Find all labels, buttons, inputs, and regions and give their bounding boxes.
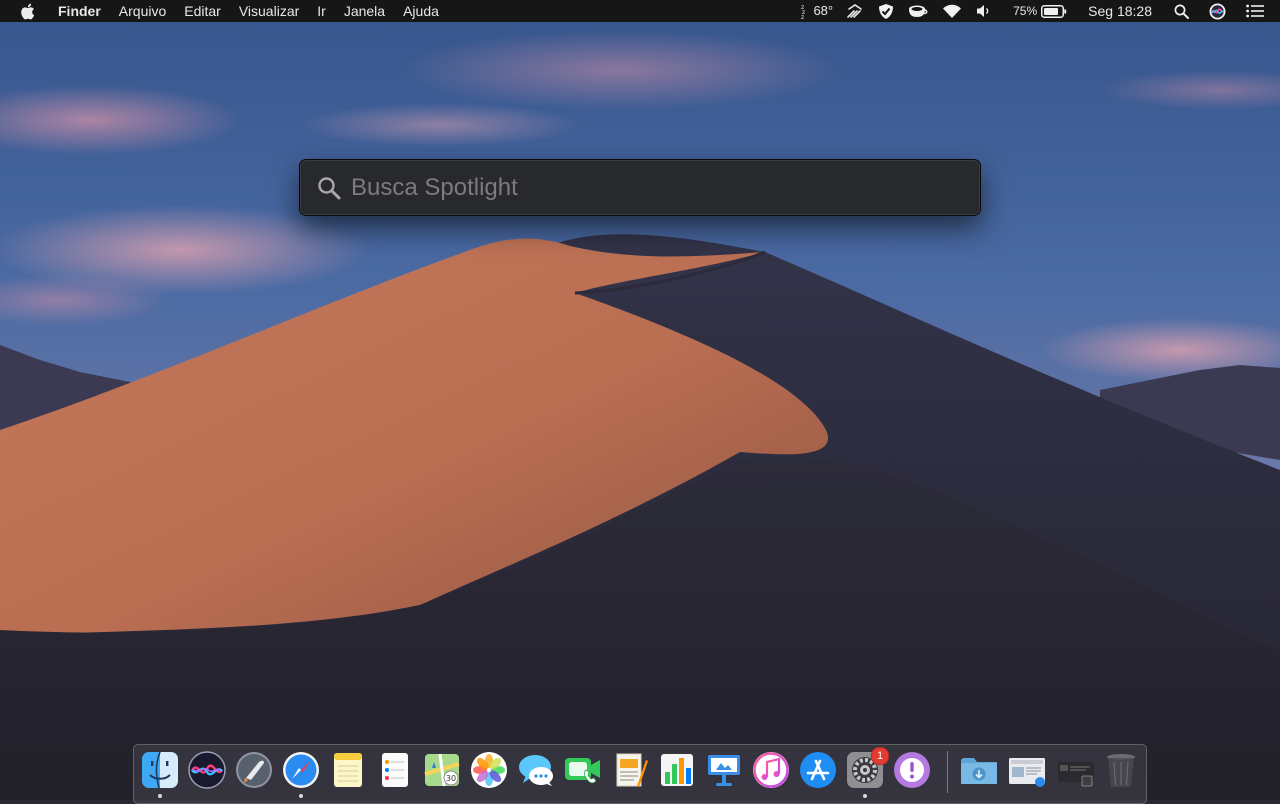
- dock-app-safari[interactable]: [281, 750, 321, 798]
- menu-arquivo[interactable]: Arquivo: [110, 0, 175, 22]
- dock-app-facetime[interactable]: [563, 750, 603, 790]
- weather-temp: 68°: [813, 3, 834, 18]
- finder-icon: [142, 751, 178, 789]
- desktop-wallpaper: [0, 0, 1280, 800]
- dock-app-notes[interactable]: [328, 750, 368, 790]
- itunes-icon: [753, 752, 789, 788]
- maps-icon: 30: [424, 753, 460, 787]
- menu-ajuda[interactable]: Ajuda: [394, 0, 448, 22]
- notes-icon: [334, 753, 362, 787]
- dock-app-itunes[interactable]: [751, 750, 791, 790]
- dock-app-messages[interactable]: [516, 750, 556, 790]
- spotlight-panel: [299, 159, 981, 216]
- dock-divider: [947, 751, 948, 793]
- search-icon: [318, 176, 341, 199]
- dock-app-photos[interactable]: [469, 750, 509, 790]
- safari-icon: [283, 752, 319, 788]
- dock-app-reminders[interactable]: [375, 750, 415, 790]
- battery-widget[interactable]: 75%: [999, 0, 1074, 22]
- menu-clock[interactable]: Seg 18:28: [1074, 0, 1164, 22]
- facetime-icon: [565, 758, 600, 784]
- dock-trash[interactable]: [1101, 750, 1141, 790]
- shield-icon[interactable]: [871, 0, 901, 22]
- dock-app-numbers[interactable]: [657, 750, 697, 790]
- screenshot-stack-icon: [1058, 762, 1094, 787]
- dock-screenshot-stack[interactable]: [1054, 750, 1098, 790]
- svg-text:z: z: [801, 14, 804, 19]
- dock-app-finder[interactable]: [140, 750, 180, 798]
- document-stack-icon: [1009, 758, 1045, 787]
- running-indicator: [299, 794, 303, 798]
- battery-percent: 75%: [1013, 4, 1038, 18]
- dock-document-stack[interactable]: [1005, 750, 1049, 790]
- bluetooth-signal-icon[interactable]: [839, 0, 871, 22]
- running-indicator: [158, 794, 162, 798]
- dock-app-feedback-assistant[interactable]: [892, 750, 932, 790]
- spotlight-search-input[interactable]: [351, 167, 964, 208]
- menu-bar-status: zzz 68° 75% Seg 18:28: [794, 0, 1280, 22]
- wifi-icon[interactable]: [935, 0, 969, 22]
- coffee-cup-icon[interactable]: [901, 0, 935, 22]
- messages-icon: [519, 755, 553, 786]
- zzz-weather-icon: zzz: [801, 4, 805, 19]
- menu-bar: Finder Arquivo Editar Visualizar Ir Jane…: [0, 0, 1280, 22]
- menu-bar-left: Finder Arquivo Editar Visualizar Ir Jane…: [0, 0, 448, 22]
- dock-app-keynote[interactable]: [704, 750, 744, 790]
- menu-ir[interactable]: Ir: [308, 0, 335, 22]
- search-icon[interactable]: [1164, 0, 1199, 22]
- svg-text:30: 30: [446, 774, 456, 783]
- dock-app-siri[interactable]: [187, 750, 227, 790]
- app-store-icon: [800, 752, 836, 788]
- running-indicator: [863, 794, 867, 798]
- siri-icon[interactable]: [1199, 0, 1236, 22]
- menu-visualizar[interactable]: Visualizar: [230, 0, 308, 22]
- dock-app-app-store[interactable]: [798, 750, 838, 790]
- dock-app-pages[interactable]: [610, 750, 650, 790]
- reminders-icon: [382, 753, 408, 787]
- battery-icon: [1041, 4, 1067, 18]
- volume-icon[interactable]: [969, 0, 999, 22]
- notification-center-icon[interactable]: [1236, 0, 1264, 22]
- launchpad-icon: [236, 752, 272, 788]
- dock-app-system-preferences[interactable]: 1: [845, 747, 889, 798]
- menu-editar[interactable]: Editar: [175, 0, 230, 22]
- photos-icon: [471, 752, 507, 788]
- dock: 30 1: [133, 744, 1147, 804]
- weather-widget[interactable]: zzz 68°: [794, 0, 839, 22]
- downloads-folder-icon: [961, 758, 997, 784]
- dock-app-maps[interactable]: 30: [422, 750, 462, 790]
- trash-icon: [1107, 754, 1135, 787]
- apple-icon[interactable]: [20, 0, 49, 22]
- feedback-icon: [894, 752, 930, 788]
- menu-app-name[interactable]: Finder: [49, 0, 110, 22]
- dock-app-launchpad[interactable]: [234, 750, 274, 790]
- siri-icon: [188, 751, 226, 789]
- notification-badge: 1: [871, 747, 889, 765]
- pages-icon: [616, 753, 648, 787]
- keynote-icon: [708, 755, 740, 786]
- dock-downloads-folder[interactable]: [959, 750, 999, 790]
- menu-janela[interactable]: Janela: [335, 0, 394, 22]
- numbers-icon: [661, 754, 693, 786]
